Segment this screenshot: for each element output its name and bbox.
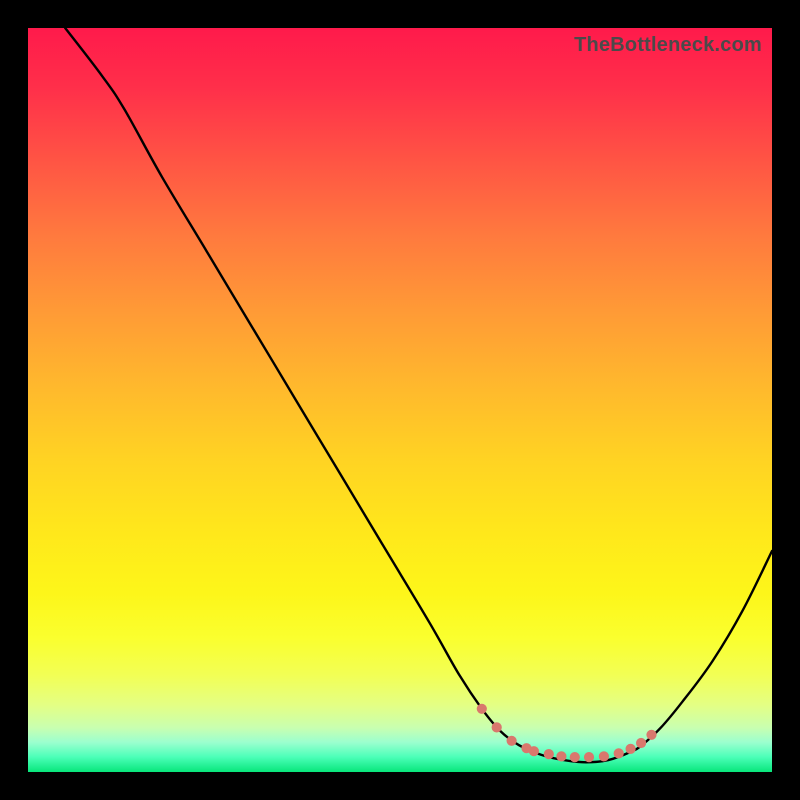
data-dot <box>529 746 539 756</box>
bottleneck-curve <box>65 28 772 762</box>
data-dot <box>556 751 566 761</box>
data-dot <box>477 704 487 714</box>
data-dot <box>492 722 502 732</box>
data-dot <box>646 730 656 740</box>
chart-svg <box>28 28 772 772</box>
data-dot <box>507 736 517 746</box>
data-dot <box>544 749 554 759</box>
data-dot <box>570 752 580 762</box>
data-dot <box>636 738 646 748</box>
data-dot <box>614 748 624 758</box>
data-dot <box>599 751 609 761</box>
outer-frame: TheBottleneck.com <box>0 0 800 800</box>
plot-area: TheBottleneck.com <box>28 28 772 772</box>
data-dot <box>626 744 636 754</box>
data-dot <box>584 752 594 762</box>
